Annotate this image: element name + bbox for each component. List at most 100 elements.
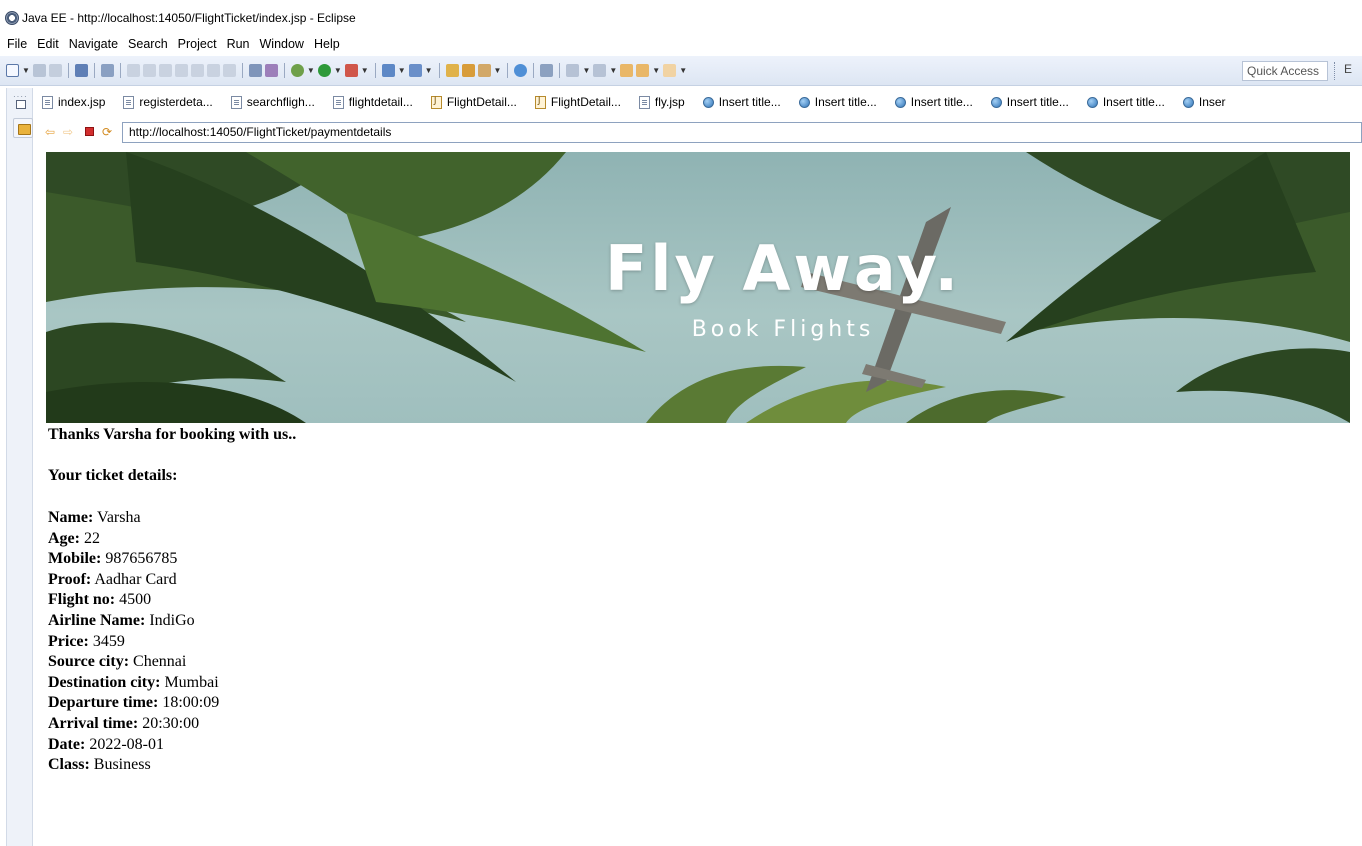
jsp-file-icon [332, 95, 344, 109]
tab-fly-jsp[interactable]: fly.jsp [631, 90, 695, 114]
external-tools-icon[interactable] [344, 64, 358, 77]
back-icon[interactable] [636, 64, 650, 77]
step-over-icon[interactable] [206, 64, 220, 77]
tab-browser-2[interactable]: Insert title... [791, 90, 887, 114]
next-annotation-icon[interactable] [566, 64, 580, 77]
quick-access-field[interactable]: Quick Access [1242, 61, 1328, 81]
detail-value: 22 [83, 529, 100, 547]
search-icon[interactable] [477, 64, 491, 77]
menu-search[interactable]: Search [123, 34, 173, 54]
save-all-icon[interactable] [48, 64, 62, 77]
tab-flightdetails[interactable]: flightdetail... [325, 90, 423, 114]
new-server-icon[interactable] [381, 64, 395, 77]
new-wizard-icon[interactable] [6, 64, 19, 77]
ticket-details-heading: Your ticket details: [48, 467, 178, 484]
tab-searchflight[interactable]: searchfligh... [223, 90, 325, 114]
tab-flightdetail-java-1[interactable]: FlightDetail... [423, 90, 527, 114]
tab-label: Insert title... [718, 95, 781, 109]
tab-browser-1[interactable]: Insert title... [695, 90, 791, 114]
tab-index-jsp[interactable]: index.jsp [34, 90, 115, 114]
tab-label: fly.jsp [654, 95, 685, 109]
java-file-icon [534, 95, 546, 109]
debug-icon[interactable] [290, 64, 304, 77]
tab-label: FlightDetail... [446, 95, 517, 109]
menu-run[interactable]: Run [222, 34, 255, 54]
globe-icon [990, 96, 1002, 108]
dropdown-arrow-icon[interactable]: ▼ [652, 64, 660, 77]
use-step-filters-icon[interactable] [248, 64, 262, 77]
forward-arrow-icon[interactable]: ⇨ [63, 125, 73, 139]
project-explorer-icon[interactable] [13, 118, 33, 138]
detail-label: Proof: [48, 570, 92, 588]
menu-edit[interactable]: Edit [32, 34, 64, 54]
detail-label: Flight no: [48, 591, 116, 609]
open-type-icon[interactable] [445, 64, 459, 77]
tab-label: flightdetail... [348, 95, 413, 109]
previous-annotation-icon[interactable] [593, 64, 607, 77]
main-toolbar: ▼ ▼ ▼ ▼ ▼ ▼ ▼ ▼ ▼ ▼ ▼ Quick Access E [0, 56, 1362, 86]
menu-navigate[interactable]: Navigate [64, 34, 123, 54]
save-icon[interactable] [32, 64, 46, 77]
suspend-icon[interactable] [142, 64, 156, 77]
dropdown-arrow-icon[interactable]: ▼ [361, 64, 369, 77]
toolbar-separator [507, 63, 509, 78]
run-icon[interactable] [317, 64, 331, 77]
forward-icon[interactable] [663, 64, 677, 77]
globe-icon [894, 96, 906, 108]
back-arrow-icon[interactable]: ⇦ [45, 125, 55, 139]
server-icon[interactable] [264, 64, 278, 77]
terminate-icon[interactable] [158, 64, 172, 77]
dropdown-arrow-icon[interactable]: ▼ [582, 64, 590, 77]
open-web-browser-icon[interactable] [514, 64, 528, 77]
dropdown-arrow-icon[interactable]: ▼ [425, 64, 433, 77]
step-into-icon[interactable] [190, 64, 204, 77]
detail-proof: Proof: Aadhar Card [48, 570, 219, 591]
banner-image: Fly Away. Book Flights [46, 152, 1350, 423]
skip-breakpoints-icon[interactable] [100, 64, 114, 77]
dropdown-arrow-icon[interactable]: ▼ [398, 64, 406, 77]
dropdown-arrow-icon[interactable]: ▼ [609, 64, 617, 77]
tab-browser-3[interactable]: Insert title... [887, 90, 983, 114]
disconnect-icon[interactable] [174, 64, 188, 77]
detail-source-city: Source city: Chennai [48, 652, 219, 673]
perspective-switcher[interactable]: E [1344, 62, 1352, 76]
detail-flight-no: Flight no: 4500 [48, 590, 219, 611]
menu-help[interactable]: Help [309, 34, 345, 54]
refresh-icon[interactable]: ⟳ [102, 125, 112, 139]
detail-price: Price: 3459 [48, 632, 219, 653]
menu-file[interactable]: File [2, 34, 32, 54]
new-class-icon[interactable] [408, 64, 422, 77]
url-input[interactable]: http://localhost:14050/FlightTicket/paym… [122, 122, 1362, 143]
menu-project[interactable]: Project [173, 34, 222, 54]
detail-label: Airline Name: [48, 611, 146, 629]
stop-icon[interactable] [85, 127, 94, 136]
jsp-file-icon [42, 95, 53, 109]
dropdown-arrow-icon[interactable]: ▼ [494, 64, 502, 77]
detail-value: Chennai [133, 653, 187, 671]
restore-icon[interactable] [16, 100, 26, 109]
tab-browser-5[interactable]: Insert title... [1079, 90, 1175, 114]
detail-label: Name: [48, 509, 94, 526]
detail-age: Age: 22 [48, 529, 219, 550]
toolbar-separator [438, 63, 440, 78]
window-title: Java EE - http://localhost:14050/FlightT… [22, 11, 356, 25]
resume-icon[interactable] [126, 64, 140, 77]
last-edit-location-icon[interactable] [620, 64, 634, 77]
open-console-icon[interactable] [74, 64, 88, 77]
dropdown-arrow-icon[interactable]: ▼ [22, 64, 30, 77]
detail-value: 20:30:00 [142, 714, 200, 732]
tab-flightdetail-java-2[interactable]: FlightDetail... [527, 90, 631, 114]
open-task-icon[interactable] [461, 64, 475, 77]
tab-registerdetails[interactable]: registerdeta... [115, 90, 222, 114]
tab-browser-6[interactable]: Inser [1175, 90, 1236, 114]
detail-label: Destination city: [48, 673, 161, 691]
dropdown-arrow-icon[interactable]: ▼ [307, 64, 315, 77]
step-return-icon[interactable] [222, 64, 236, 77]
tab-browser-4[interactable]: Insert title... [983, 90, 1079, 114]
tab-label: FlightDetail... [550, 95, 621, 109]
toolbar-grip[interactable] [1334, 62, 1336, 80]
menu-window[interactable]: Window [255, 34, 309, 54]
dropdown-arrow-icon[interactable]: ▼ [679, 64, 687, 77]
toggle-mark-occurrences-icon[interactable] [540, 64, 554, 77]
dropdown-arrow-icon[interactable]: ▼ [334, 64, 342, 77]
